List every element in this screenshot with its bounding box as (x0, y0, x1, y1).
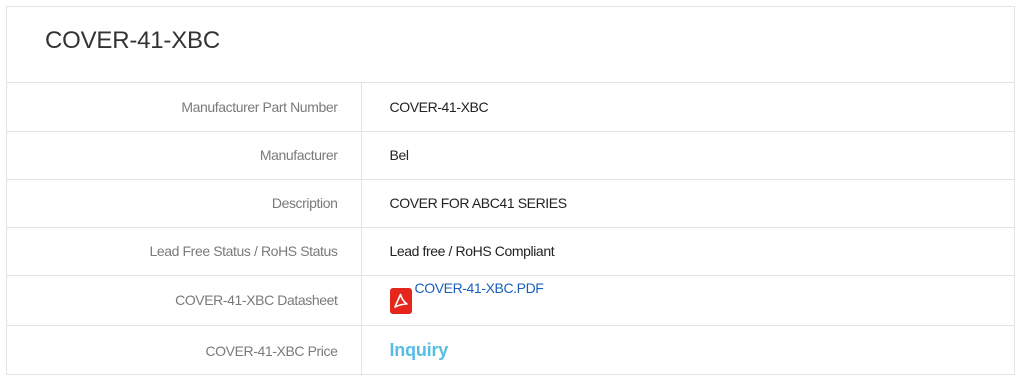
table-row: COVER-41-XBC Datasheet COVER-41-XBC.PDF (7, 275, 1014, 326)
datasheet-link[interactable]: COVER-41-XBC.PDF (415, 280, 544, 296)
specs-table: Manufacturer Part Number COVER-41-XBC Ma… (7, 83, 1014, 376)
page-title: COVER-41-XBC (45, 27, 220, 54)
spec-label: Description (7, 179, 362, 228)
spec-value: COVER-41-XBC.PDF (361, 275, 1014, 326)
datasheet-link-wrap[interactable]: COVER-41-XBC.PDF (389, 280, 544, 314)
spec-value: COVER FOR ABC41 SERIES (361, 179, 1014, 228)
spec-label: COVER-41-XBC Datasheet (7, 275, 362, 326)
spec-value: Bel (361, 131, 1014, 180)
spec-label: COVER-41-XBC Price (7, 325, 362, 376)
table-row: COVER-41-XBC Price Inquiry (7, 325, 1014, 376)
table-row: Manufacturer Bel (7, 131, 1014, 180)
spec-label: Manufacturer Part Number (7, 83, 362, 132)
spec-value: Lead free / RoHS Compliant (361, 227, 1014, 276)
price-inquiry-link[interactable]: Inquiry (390, 340, 449, 360)
table-row: Lead Free Status / RoHS Status Lead free… (7, 227, 1014, 276)
spec-label: Manufacturer (7, 131, 362, 180)
pdf-icon[interactable] (389, 287, 412, 314)
spec-value: COVER-41-XBC (361, 83, 1014, 132)
part-info-panel: COVER-41-XBC Manufacturer Part Number CO… (6, 6, 1015, 376)
table-row: Description COVER FOR ABC41 SERIES (7, 179, 1014, 228)
table-row: Manufacturer Part Number COVER-41-XBC (7, 83, 1014, 132)
spec-label: Lead Free Status / RoHS Status (7, 227, 362, 276)
spec-value: Inquiry (361, 325, 1014, 376)
panel-header: COVER-41-XBC (7, 7, 1014, 83)
